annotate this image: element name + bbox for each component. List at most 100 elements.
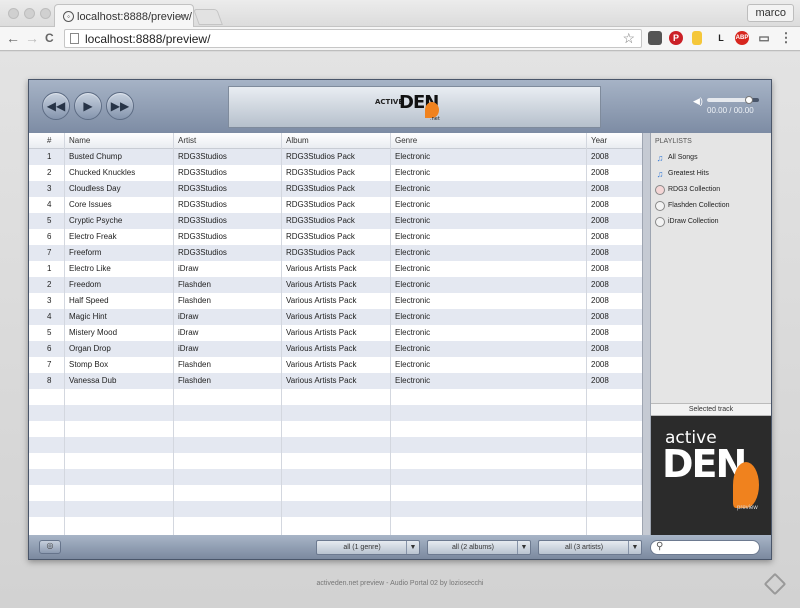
settings-button[interactable]: ◎ bbox=[39, 540, 61, 554]
reload-icon[interactable]: C bbox=[45, 31, 54, 45]
cell-year: 2008 bbox=[591, 248, 609, 257]
cell-year: 2008 bbox=[591, 184, 609, 193]
playlist-label: All Songs bbox=[668, 154, 698, 161]
cell-album: Various Artists Pack bbox=[286, 296, 357, 305]
browser-toolbar: ← → C localhost:8888/preview/ ☆ P L ABP … bbox=[0, 27, 800, 51]
maximize-window-button[interactable] bbox=[40, 8, 51, 19]
table-row[interactable]: 6 Organ Drop iDraw Various Artists Pack Elec… bbox=[29, 341, 642, 357]
empty-row bbox=[29, 437, 642, 453]
playlist-label: Greatest Hits bbox=[668, 170, 709, 177]
table-row[interactable]: 8 Vanessa Dub Flashden Various Artists Pack… bbox=[29, 373, 642, 389]
pocket-icon[interactable] bbox=[648, 31, 662, 45]
cell-name: Freedom bbox=[69, 280, 102, 289]
cell-name: Half Speed bbox=[69, 296, 109, 305]
activeden-logo: ACTIVE DEN .net bbox=[375, 92, 465, 122]
bookmark-star-icon[interactable]: ☆ bbox=[622, 30, 635, 47]
table-row[interactable]: 5 Mistery Mood iDraw Various Artists Pack El… bbox=[29, 325, 642, 341]
audio-player: ◀◀ ▶ ▶▶ ACTIVE DEN .net ◀) 00.00 / 00.00… bbox=[28, 79, 772, 560]
table-row[interactable]: 1 Busted Chump RDG3Studios RDG3Studios Pack… bbox=[29, 149, 642, 165]
fast-forward-button[interactable]: ▶▶ bbox=[106, 92, 134, 120]
genre-filter-select[interactable]: all (1 genre) ▼ bbox=[316, 540, 420, 555]
forward-arrow-icon[interactable]: → bbox=[25, 30, 39, 46]
cell-name: Stomp Box bbox=[69, 360, 109, 369]
close-window-button[interactable] bbox=[8, 8, 19, 19]
table-row[interactable]: 4 Magic Hint iDraw Various Artists Pack Elec… bbox=[29, 309, 642, 325]
playlists-title: PLAYLISTS bbox=[655, 138, 692, 145]
chevron-down-icon: ▼ bbox=[628, 541, 641, 554]
tab-close-icon[interactable]: × bbox=[178, 10, 185, 24]
l-extension-icon[interactable]: L bbox=[714, 31, 728, 45]
col-artist[interactable]: Artist bbox=[178, 136, 196, 145]
rewind-button[interactable]: ◀◀ bbox=[42, 92, 70, 120]
col-year[interactable]: Year bbox=[591, 136, 607, 145]
album-filter-select[interactable]: all (2 albums) ▼ bbox=[427, 540, 531, 555]
sticky-icon[interactable] bbox=[692, 31, 702, 45]
logo-suffix: .net bbox=[430, 116, 440, 122]
chevron-down-icon: ▼ bbox=[406, 541, 419, 554]
cell-artist: RDG3Studios bbox=[178, 200, 227, 209]
cell-artist: RDG3Studios bbox=[178, 184, 227, 193]
table-row[interactable]: 4 Core Issues RDG3Studios RDG3Studios Pack E… bbox=[29, 197, 642, 213]
volume-knob[interactable] bbox=[744, 96, 753, 104]
cell-number: 7 bbox=[47, 360, 52, 369]
cell-name: Vanessa Dub bbox=[69, 376, 117, 385]
cell-artist: Flashden bbox=[178, 296, 211, 305]
cell-name: Cloudless Day bbox=[69, 184, 121, 193]
cell-number: 4 bbox=[47, 312, 52, 321]
col-name[interactable]: Name bbox=[69, 136, 90, 145]
adblock-icon[interactable]: ABP bbox=[735, 31, 749, 45]
profile-button[interactable]: marco bbox=[747, 4, 794, 22]
cell-artist: Flashden bbox=[178, 360, 211, 369]
cell-number: 5 bbox=[47, 328, 52, 337]
col-album[interactable]: Album bbox=[286, 136, 309, 145]
cell-year: 2008 bbox=[591, 232, 609, 241]
table-row[interactable]: 7 Freeform RDG3Studios RDG3Studios Pack Elec… bbox=[29, 245, 642, 261]
cell-number: 2 bbox=[47, 280, 52, 289]
cell-artist: iDraw bbox=[178, 264, 199, 273]
cell-artist: iDraw bbox=[178, 328, 199, 337]
empty-row bbox=[29, 517, 642, 533]
cell-genre: Electronic bbox=[395, 280, 431, 289]
menu-icon[interactable]: ⋮ bbox=[779, 31, 793, 45]
cell-genre: Electronic bbox=[395, 152, 431, 161]
cell-number: 8 bbox=[47, 376, 52, 385]
table-row[interactable]: 1 Electro Like iDraw Various Artists Pack El… bbox=[29, 261, 642, 277]
cell-year: 2008 bbox=[591, 296, 609, 305]
table-row[interactable]: 3 Cloudless Day RDG3Studios RDG3Studios Pac… bbox=[29, 181, 642, 197]
cell-artist: Flashden bbox=[178, 376, 211, 385]
cell-artist: RDG3Studios bbox=[178, 152, 227, 161]
minimize-window-button[interactable] bbox=[24, 8, 35, 19]
cell-artist: iDraw bbox=[178, 312, 199, 321]
music-note-icon: ♫ bbox=[656, 169, 664, 179]
col-genre[interactable]: Genre bbox=[395, 136, 417, 145]
table-row[interactable]: 2 Freedom Flashden Various Artists Pack Elec… bbox=[29, 277, 642, 293]
table-row[interactable]: 2 Chucked Knuckles RDG3Studios RDG3Studios … bbox=[29, 165, 642, 181]
new-tab-button[interactable] bbox=[193, 9, 223, 25]
address-bar[interactable]: localhost:8888/preview/ ☆ bbox=[64, 29, 642, 48]
volume-slider[interactable] bbox=[707, 96, 759, 104]
cell-artist: iDraw bbox=[178, 344, 199, 353]
table-row[interactable]: 3 Half Speed Flashden Various Artists Pack E… bbox=[29, 293, 642, 309]
panel-splitter[interactable] bbox=[642, 133, 651, 535]
search-input[interactable]: ⚲ bbox=[650, 540, 760, 555]
speaker-icon[interactable]: ◀) bbox=[693, 96, 703, 107]
artist-filter-select[interactable]: all (3 artists) ▼ bbox=[538, 540, 642, 555]
pinterest-icon[interactable]: P bbox=[669, 31, 683, 45]
back-arrow-icon[interactable]: ← bbox=[6, 30, 20, 46]
browser-tab[interactable]: ◦ localhost:8888/preview/ × bbox=[54, 4, 194, 28]
genre-filter-value: all (1 genre) bbox=[343, 544, 381, 551]
cell-name: Mistery Mood bbox=[69, 328, 118, 337]
cast-icon[interactable]: ▭ bbox=[757, 31, 771, 45]
play-button[interactable]: ▶ bbox=[74, 92, 102, 120]
cell-album: Various Artists Pack bbox=[286, 344, 357, 353]
cell-album: Various Artists Pack bbox=[286, 312, 357, 321]
table-row[interactable]: 5 Cryptic Psyche RDG3Studios RDG3Studios Pa… bbox=[29, 213, 642, 229]
col-number[interactable]: # bbox=[47, 136, 51, 145]
table-row[interactable]: 6 Electro Freak RDG3Studios RDG3Studios Pac… bbox=[29, 229, 642, 245]
url-text[interactable]: localhost:8888/preview/ bbox=[85, 32, 210, 46]
cell-artist: RDG3Studios bbox=[178, 232, 227, 241]
record-icon bbox=[655, 217, 665, 227]
table-row[interactable]: 7 Stomp Box Flashden Various Artists Pack El… bbox=[29, 357, 642, 373]
empty-row bbox=[29, 405, 642, 421]
cell-year: 2008 bbox=[591, 280, 609, 289]
